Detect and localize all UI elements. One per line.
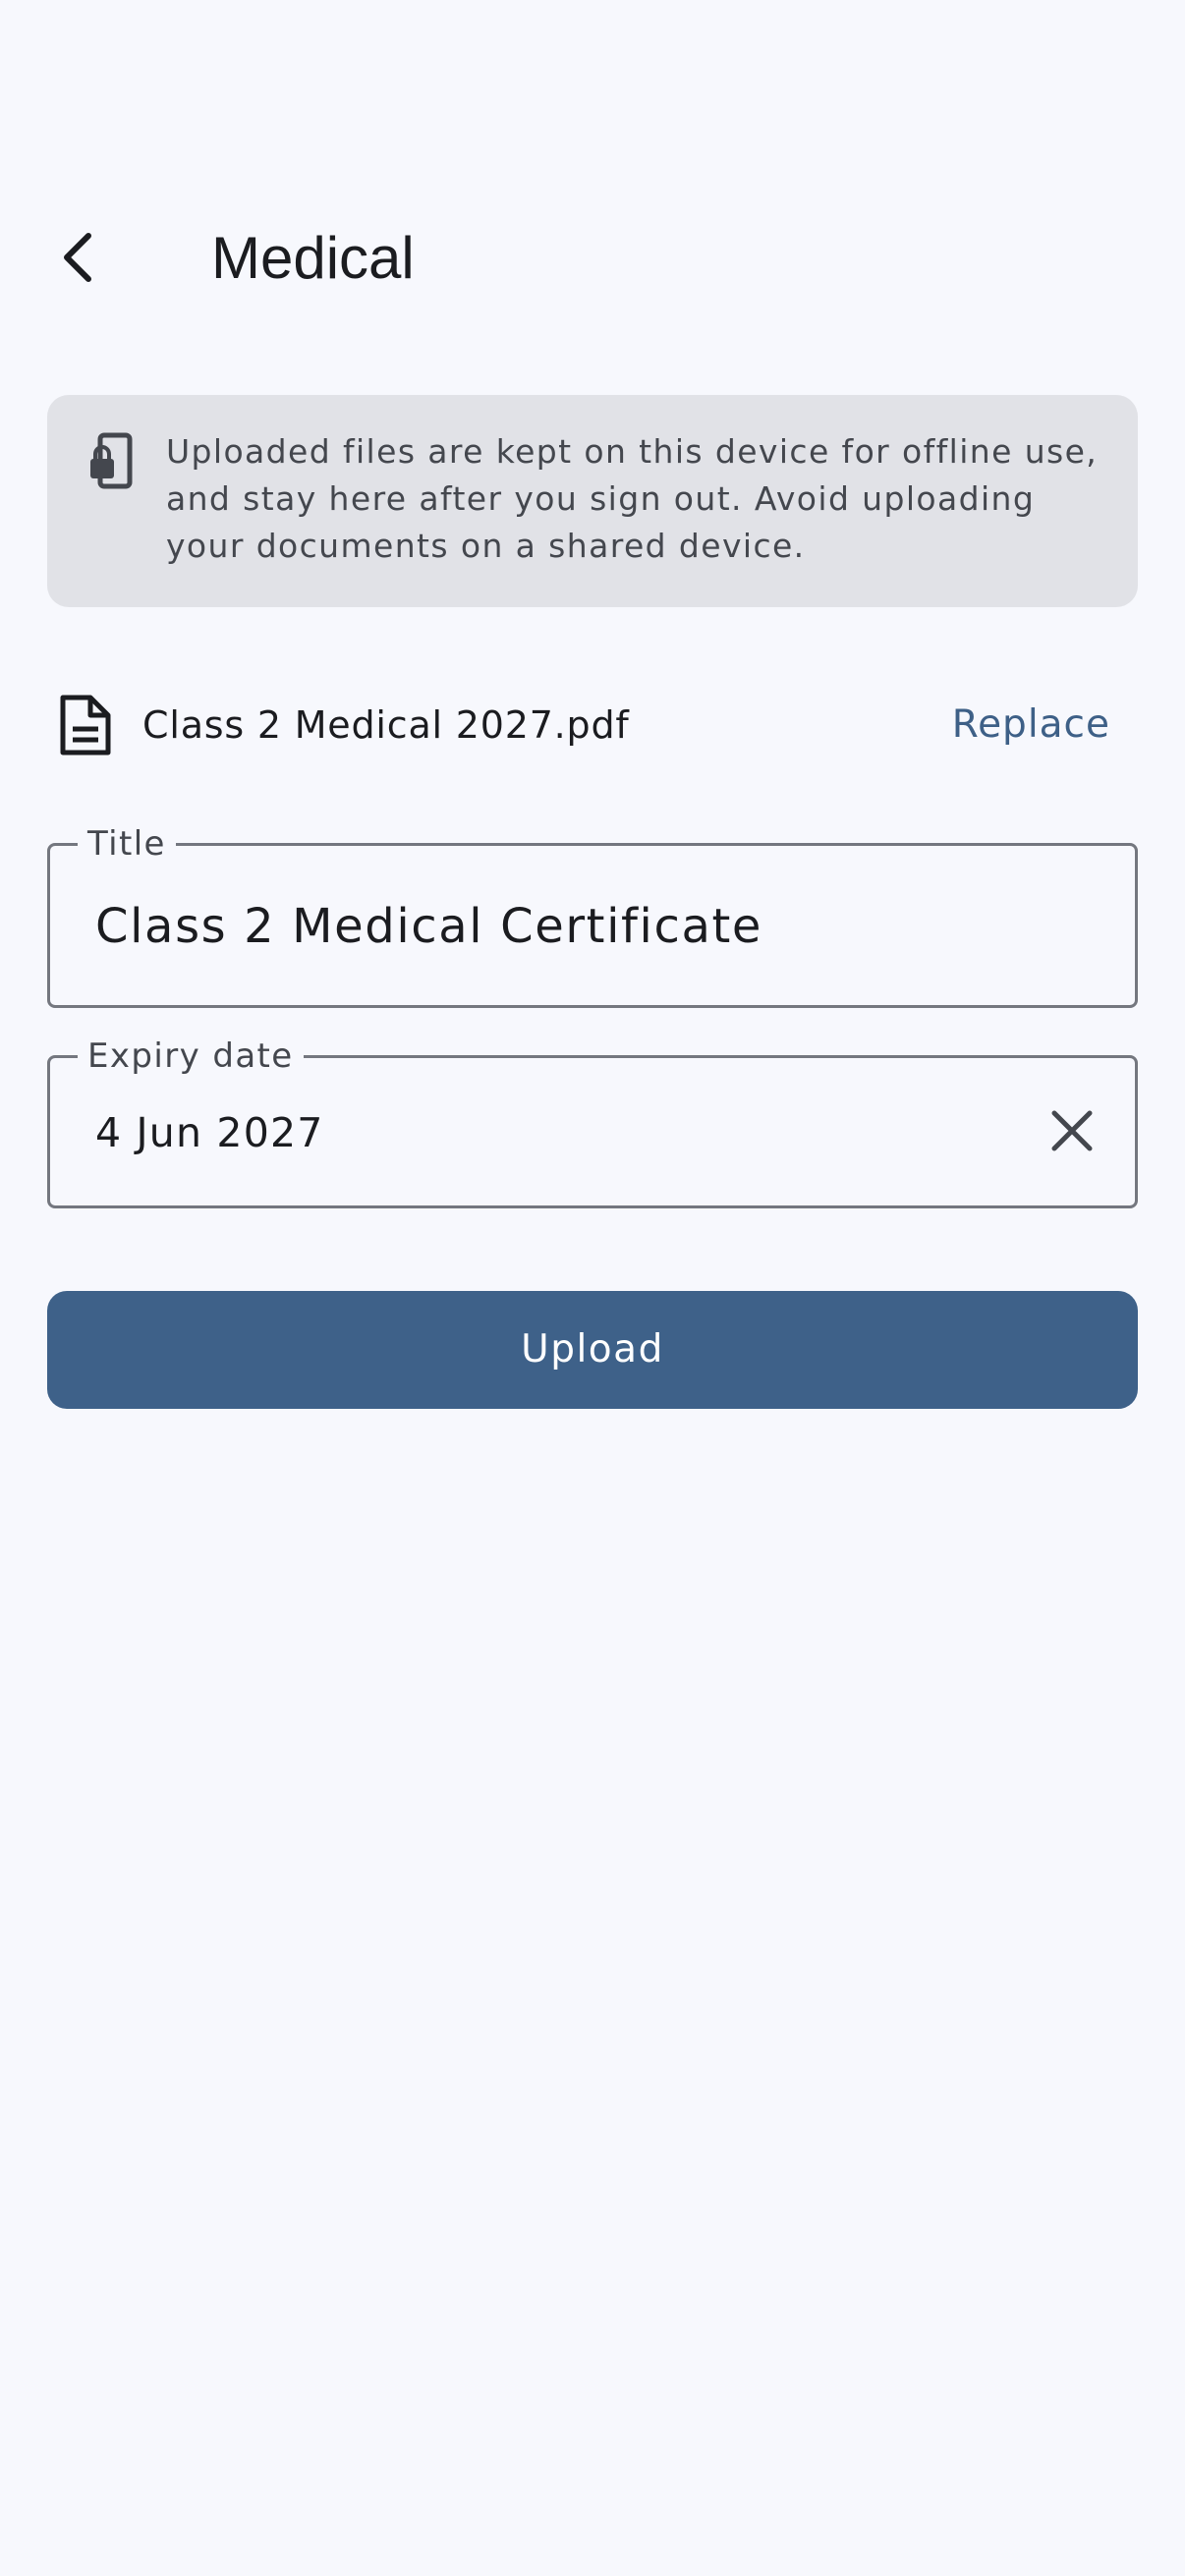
page-title: Medical [211, 225, 415, 291]
expiry-date-label: Expiry date [78, 1035, 304, 1078]
locked-device-icon [90, 432, 133, 489]
notice-text: Uploaded files are kept on this device f… [166, 432, 1099, 565]
replace-button[interactable]: Replace [952, 696, 1110, 755]
title-field[interactable]: Title Class 2 Medical Certificate [47, 822, 1138, 1008]
clear-expiry-button[interactable] [1031, 1090, 1113, 1172]
top-app-bar: Medical [0, 196, 1185, 334]
chevron-left-icon [64, 233, 91, 282]
title-field-value[interactable]: Class 2 Medical Certificate [95, 897, 762, 956]
back-button[interactable] [39, 216, 122, 299]
title-field-label: Title [78, 822, 176, 866]
upload-button-label: Upload [521, 1327, 664, 1372]
close-icon [1051, 1110, 1093, 1151]
selected-file-row: Class 2 Medical 2027.pdf Replace [47, 678, 1138, 772]
expiry-date-field[interactable]: Expiry date 4 Jun 2027 [47, 1035, 1138, 1208]
expiry-date-value[interactable]: 4 Jun 2027 [95, 1103, 324, 1162]
document-icon [60, 695, 111, 756]
file-name: Class 2 Medical 2027.pdf [142, 703, 630, 747]
upload-button[interactable]: Upload [47, 1291, 1138, 1409]
offline-storage-notice: Uploaded files are kept on this device f… [47, 395, 1138, 607]
